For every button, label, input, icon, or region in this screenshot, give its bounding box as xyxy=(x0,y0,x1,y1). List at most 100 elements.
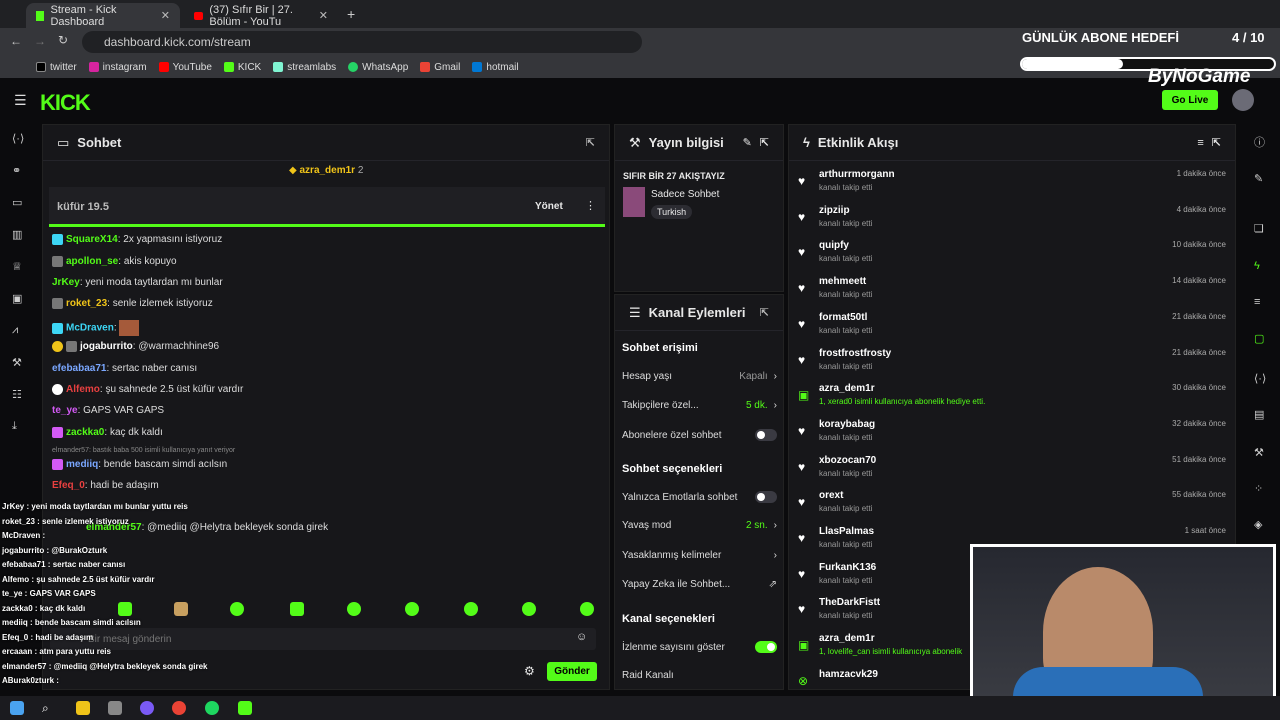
wrench-icon[interactable]: ⚒ xyxy=(12,356,24,369)
settings-icon[interactable]: ⚙ xyxy=(524,664,535,678)
edit-icon[interactable]: ✎ xyxy=(1254,172,1266,185)
account-age-setting[interactable]: Hesap yaşı Kapalı › xyxy=(622,371,777,382)
emote-icon[interactable] xyxy=(230,602,244,616)
ai-chat-setting[interactable]: Yapay Zeka ile Sohbet... ⇗ xyxy=(622,579,777,590)
spotify-icon[interactable] xyxy=(205,701,219,715)
filter-icon[interactable]: ≡ xyxy=(1197,137,1203,149)
event-user[interactable]: hamzacvk29 xyxy=(819,669,878,680)
emote-icon[interactable] xyxy=(290,602,304,616)
avatar[interactable] xyxy=(1232,89,1254,111)
close-icon[interactable]: ✕ xyxy=(319,9,328,22)
forward-icon[interactable]: → xyxy=(34,34,46,48)
emote-icon[interactable] xyxy=(347,602,361,616)
search-icon[interactable]: ⌕ xyxy=(42,701,56,715)
stream-icon[interactable]: ⟨·⟩ xyxy=(1254,372,1266,385)
link-icon[interactable]: ⚭ xyxy=(12,164,24,177)
stream-icon[interactable]: ⟨·⟩ xyxy=(12,132,24,145)
analytics-icon[interactable]: ⩘ xyxy=(12,324,24,336)
popout-icon[interactable]: ⇱ xyxy=(1212,136,1221,149)
start-icon[interactable] xyxy=(10,701,24,715)
bookmark-whatsapp[interactable]: WhatsApp xyxy=(348,62,408,73)
raid-setting[interactable]: Raid Kanalı xyxy=(622,670,777,681)
followers-only-setting[interactable]: Takipçilere özel... 5 dk. › xyxy=(622,400,777,411)
users-icon[interactable]: ☷ xyxy=(12,388,24,401)
chat-message: te_ye: GAPS VAR GAPS xyxy=(52,405,165,416)
bookmark-kick[interactable]: KICK xyxy=(223,62,261,73)
emote-icon[interactable] xyxy=(118,602,132,616)
event-user[interactable]: orext xyxy=(819,490,843,501)
bookmark-youtube[interactable]: YouTube xyxy=(158,62,212,73)
layout-icon[interactable]: ▤ xyxy=(1254,408,1266,421)
subs-only-toggle[interactable] xyxy=(755,429,777,441)
emote-icon[interactable] xyxy=(464,602,478,616)
new-tab-icon[interactable]: + xyxy=(347,6,355,22)
event-user[interactable]: TheDarkFistt xyxy=(819,597,880,608)
download-icon[interactable]: ⤓ xyxy=(12,420,24,432)
banned-words-setting[interactable]: Yasaklanmış kelimeler › xyxy=(622,550,777,561)
emotes-only-setting: Yalnızca Emotlarla sohbet xyxy=(622,491,777,503)
info-icon[interactable]: ⓘ xyxy=(1254,134,1266,149)
trophy-icon[interactable]: ♕ xyxy=(12,260,24,273)
back-icon[interactable]: ← xyxy=(10,34,22,48)
event-user[interactable]: mehmeett xyxy=(819,276,866,287)
bookmark-instagram[interactable]: instagram xyxy=(88,62,147,73)
apps-icon[interactable]: ⁘ xyxy=(1254,482,1266,495)
emote-icon[interactable] xyxy=(522,602,536,616)
chrome-icon[interactable] xyxy=(172,701,186,715)
wrench-icon[interactable]: ⚒ xyxy=(1254,446,1266,459)
event-user[interactable]: LlasPalmas xyxy=(819,526,874,537)
event-user[interactable]: koraybabag xyxy=(819,419,875,430)
emote-icon[interactable] xyxy=(405,602,419,616)
event-user[interactable]: azra_dem1r xyxy=(819,633,875,644)
event-user[interactable]: format50tl xyxy=(819,312,867,323)
list-icon[interactable]: ≡ xyxy=(1254,296,1266,308)
event-user[interactable]: azra_dem1r xyxy=(819,383,875,394)
bookmark-icon[interactable]: ❏ xyxy=(1254,222,1266,235)
popout-icon[interactable]: ⇱ xyxy=(760,136,769,149)
go-live-button[interactable]: Go Live xyxy=(1162,90,1218,110)
emoji-icon[interactable]: ☺ xyxy=(576,631,587,643)
category-name[interactable]: Sadece Sohbet xyxy=(651,189,719,200)
emote-icon[interactable] xyxy=(580,602,594,616)
popout-icon[interactable]: ⇱ xyxy=(760,306,769,319)
url-field[interactable]: dashboard.kick.com/stream xyxy=(82,31,642,53)
event-user[interactable]: quipfy xyxy=(819,240,849,251)
close-icon[interactable]: ✕ xyxy=(161,9,170,22)
event-user[interactable]: frostfrostfrosty xyxy=(819,348,891,359)
chart-icon[interactable]: ▥ xyxy=(12,228,24,241)
chat-message-field[interactable] xyxy=(88,631,548,647)
window-icon[interactable]: ▭ xyxy=(12,196,24,209)
event-user[interactable]: FurkanK136 xyxy=(819,562,876,573)
more-icon[interactable]: ⋮ xyxy=(585,199,596,212)
bookmark-twitter[interactable]: twitter xyxy=(36,62,77,73)
kick-app-icon[interactable] xyxy=(238,701,252,715)
event-user[interactable]: arthurrmorgann xyxy=(819,169,895,180)
file-explorer-icon[interactable] xyxy=(76,701,90,715)
bookmark-gmail[interactable]: Gmail xyxy=(420,62,460,73)
activity-event: ♥ koraybabag kanalı takip etti 32 dakika ön… xyxy=(798,418,1226,452)
event-user[interactable]: xbozocan70 xyxy=(819,455,876,466)
poll-manage-button[interactable]: Yönet xyxy=(535,201,563,212)
edit-icon[interactable]: ✎ xyxy=(743,136,752,149)
tag-icon[interactable]: ◈ xyxy=(1254,518,1266,531)
discord-icon[interactable] xyxy=(140,701,154,715)
app-icon[interactable] xyxy=(108,701,122,715)
chat-input[interactable]: ☺ xyxy=(50,628,596,650)
chat-icon[interactable]: ▢ xyxy=(1254,332,1266,345)
bookmark-streamlabs[interactable]: streamlabs xyxy=(273,62,336,73)
emote-icon[interactable] xyxy=(174,602,188,616)
kick-logo[interactable]: KICK xyxy=(40,90,91,116)
video-icon[interactable]: ▣ xyxy=(12,292,24,305)
tab-kick-dashboard[interactable]: Stream - Kick Dashboard ✕ xyxy=(26,3,180,28)
reload-icon[interactable]: ↻ xyxy=(58,33,68,47)
show-viewers-toggle[interactable] xyxy=(755,641,777,653)
send-button[interactable]: Gönder xyxy=(547,662,597,681)
menu-icon[interactable]: ☰ xyxy=(14,92,27,109)
lightning-icon[interactable]: ϟ xyxy=(1254,260,1266,272)
bookmark-hotmail[interactable]: hotmail xyxy=(472,62,519,73)
emotes-only-toggle[interactable] xyxy=(755,491,777,503)
tab-youtube[interactable]: (37) Sıfır Bir | 27. Bölüm - YouTu ✕ xyxy=(184,3,338,28)
slow-mode-setting[interactable]: Yavaş mod 2 sn. › xyxy=(622,520,777,531)
popout-icon[interactable]: ⇱ xyxy=(586,136,595,149)
event-user[interactable]: zipziip xyxy=(819,205,850,216)
